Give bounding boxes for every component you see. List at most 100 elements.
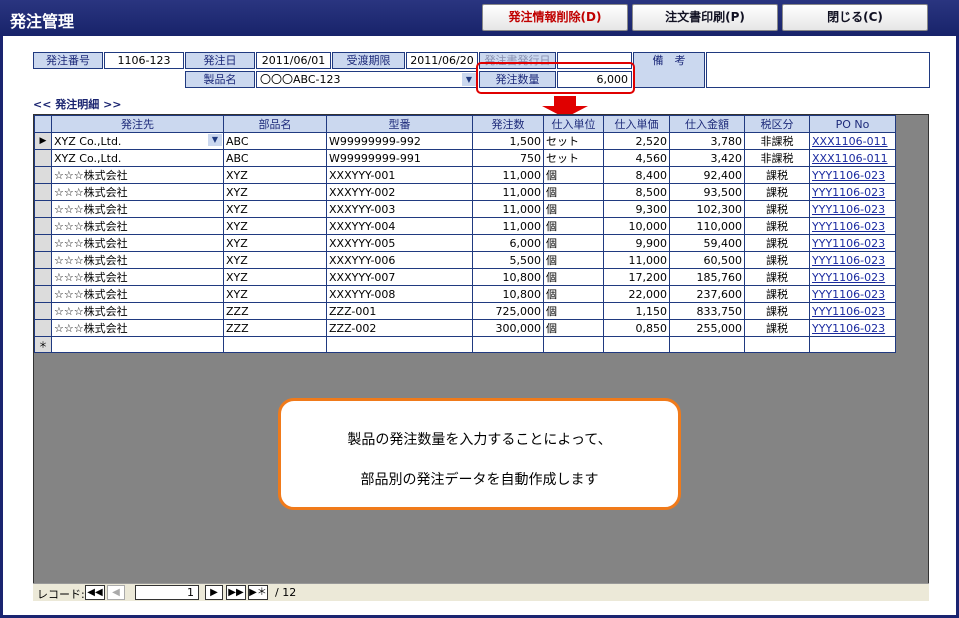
- table-cell[interactable]: ABC: [223, 149, 327, 167]
- first-record-button[interactable]: ◀◀: [85, 585, 105, 600]
- table-cell[interactable]: ☆☆☆株式会社: [51, 251, 224, 269]
- table-cell[interactable]: ☆☆☆株式会社: [51, 285, 224, 303]
- table-cell[interactable]: 750: [472, 149, 544, 167]
- table-row[interactable]: ☆☆☆株式会社 XYZ XXXYYY-006 5,500 個 11,000 60,500 課税…: [34, 251, 896, 269]
- table-cell[interactable]: XXXYYY-007: [326, 268, 473, 286]
- row-selector[interactable]: [34, 268, 52, 286]
- table-cell[interactable]: 255,000: [669, 319, 745, 337]
- table-cell[interactable]: 10,800: [472, 268, 544, 286]
- table-cell[interactable]: XXXYYY-003: [326, 200, 473, 218]
- table-cell[interactable]: 課税: [744, 319, 810, 337]
- table-row[interactable]: XYZ Co.,Ltd. ABC W99999999-991 750 セット 4,560 3…: [34, 149, 896, 167]
- table-cell[interactable]: 個: [543, 217, 604, 235]
- order-no-field[interactable]: 1106-123: [104, 52, 184, 69]
- table-cell[interactable]: 11,000: [603, 251, 670, 269]
- delete-order-button[interactable]: 発注情報削除(D): [482, 4, 628, 31]
- table-cell[interactable]: 非課税: [744, 132, 810, 150]
- table-cell[interactable]: 個: [543, 166, 604, 184]
- po-number-link[interactable]: YYY1106-023: [809, 319, 896, 337]
- table-cell[interactable]: 課税: [744, 285, 810, 303]
- table-cell[interactable]: 9,300: [603, 200, 670, 218]
- table-cell[interactable]: XYZ: [223, 268, 327, 286]
- record-number-input[interactable]: 1: [135, 585, 199, 600]
- table-cell[interactable]: 個: [543, 268, 604, 286]
- table-cell[interactable]: [603, 336, 670, 353]
- table-cell[interactable]: XYZ: [223, 200, 327, 218]
- table-cell[interactable]: 課税: [744, 200, 810, 218]
- chevron-down-icon[interactable]: ▼: [208, 134, 222, 146]
- table-cell[interactable]: 課税: [744, 251, 810, 269]
- table-cell[interactable]: [223, 336, 327, 353]
- table-cell[interactable]: 9,900: [603, 234, 670, 252]
- next-record-button[interactable]: ▶: [205, 585, 223, 600]
- table-cell[interactable]: 8,500: [603, 183, 670, 201]
- table-cell[interactable]: セット: [543, 132, 604, 150]
- table-cell[interactable]: 課税: [744, 166, 810, 184]
- table-cell[interactable]: ZZZ-002: [326, 319, 473, 337]
- table-cell[interactable]: ☆☆☆株式会社: [51, 234, 224, 252]
- close-button[interactable]: 閉じる(C): [782, 4, 928, 31]
- table-row[interactable]: ☆☆☆株式会社 XYZ XXXYYY-003 11,000 個 9,300 102,300 課…: [34, 200, 896, 218]
- table-cell[interactable]: 課税: [744, 217, 810, 235]
- po-number-link[interactable]: YYY1106-023: [809, 285, 896, 303]
- table-cell[interactable]: ZZZ: [223, 302, 327, 320]
- table-cell[interactable]: [669, 336, 745, 353]
- table-cell[interactable]: 833,750: [669, 302, 745, 320]
- po-number-link[interactable]: YYY1106-023: [809, 302, 896, 320]
- table-cell[interactable]: 185,760: [669, 268, 745, 286]
- table-cell[interactable]: XYZ: [223, 285, 327, 303]
- table-cell[interactable]: XYZ: [223, 183, 327, 201]
- table-cell[interactable]: 11,000: [472, 166, 544, 184]
- order-date-field[interactable]: 2011/06/01: [256, 52, 331, 69]
- table-cell[interactable]: XXXYYY-005: [326, 234, 473, 252]
- row-selector[interactable]: [34, 217, 52, 235]
- row-selector[interactable]: [34, 166, 52, 184]
- table-cell[interactable]: 課税: [744, 302, 810, 320]
- table-cell[interactable]: 92,400: [669, 166, 745, 184]
- table-cell[interactable]: 110,000: [669, 217, 745, 235]
- table-cell[interactable]: ABC: [223, 132, 327, 150]
- table-cell[interactable]: W99999999-992: [326, 132, 473, 150]
- table-cell[interactable]: 5,500: [472, 251, 544, 269]
- row-selector[interactable]: ▶: [34, 132, 52, 150]
- row-selector[interactable]: [34, 149, 52, 167]
- table-cell[interactable]: XXXYYY-006: [326, 251, 473, 269]
- table-cell[interactable]: 個: [543, 319, 604, 337]
- po-number-link[interactable]: YYY1106-023: [809, 234, 896, 252]
- po-number-link[interactable]: YYY1106-023: [809, 200, 896, 218]
- prev-record-button[interactable]: ◀: [107, 585, 125, 600]
- table-cell[interactable]: XXXYYY-008: [326, 285, 473, 303]
- table-cell[interactable]: W99999999-991: [326, 149, 473, 167]
- table-cell[interactable]: 1,500: [472, 132, 544, 150]
- product-select[interactable]: 〇〇〇ABC-123 ▼: [256, 71, 478, 88]
- table-cell[interactable]: XXXYYY-001: [326, 166, 473, 184]
- table-row[interactable]: ☆☆☆株式会社 XYZ XXXYYY-004 11,000 個 10,000 110,000…: [34, 217, 896, 235]
- table-cell[interactable]: 非課税: [744, 149, 810, 167]
- table-cell[interactable]: 60,500: [669, 251, 745, 269]
- table-row[interactable]: ☆☆☆株式会社 ZZZ ZZZ-002 300,000 個 0,850 255,000 課税 Y…: [34, 319, 896, 337]
- table-cell[interactable]: 17,200: [603, 268, 670, 286]
- table-row[interactable]: ☆☆☆株式会社 XYZ XXXYYY-005 6,000 個 9,900 59,400 課税 Y…: [34, 234, 896, 252]
- table-cell[interactable]: 22,000: [603, 285, 670, 303]
- table-cell[interactable]: 課税: [744, 234, 810, 252]
- row-selector[interactable]: [34, 285, 52, 303]
- table-cell[interactable]: 個: [543, 234, 604, 252]
- table-cell[interactable]: 6,000: [472, 234, 544, 252]
- table-cell[interactable]: [744, 336, 810, 353]
- table-cell[interactable]: 237,600: [669, 285, 745, 303]
- row-selector[interactable]: [34, 251, 52, 269]
- table-cell[interactable]: [472, 336, 544, 353]
- table-cell[interactable]: 2,520: [603, 132, 670, 150]
- po-number-link[interactable]: YYY1106-023: [809, 268, 896, 286]
- table-cell[interactable]: ☆☆☆株式会社: [51, 268, 224, 286]
- table-cell[interactable]: 1,150: [603, 302, 670, 320]
- new-record-button[interactable]: ▶＊: [248, 585, 268, 600]
- table-cell[interactable]: ☆☆☆株式会社: [51, 319, 224, 337]
- table-cell[interactable]: 個: [543, 183, 604, 201]
- po-number-link[interactable]: YYY1106-023: [809, 183, 896, 201]
- notes-field[interactable]: [706, 52, 930, 88]
- table-cell[interactable]: ZZZ-001: [326, 302, 473, 320]
- table-cell[interactable]: ZZZ: [223, 319, 327, 337]
- table-row[interactable]: ☆☆☆株式会社 ZZZ ZZZ-001 725,000 個 1,150 833,750 課税 Y…: [34, 302, 896, 320]
- table-cell[interactable]: ☆☆☆株式会社: [51, 166, 224, 184]
